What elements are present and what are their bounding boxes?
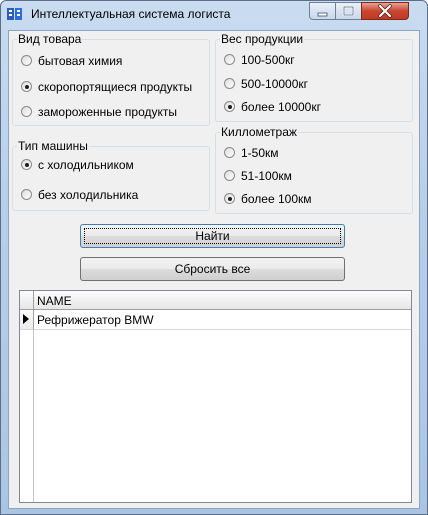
radio-circle-selected [224, 101, 235, 112]
radio-circle [224, 147, 235, 158]
results-grid[interactable]: NAME Рефрижератор BMW [19, 290, 412, 503]
radio-circle [21, 106, 32, 117]
radio-circle [21, 189, 32, 200]
radio-label: бытовая химия [38, 54, 123, 68]
row-header-column [20, 329, 34, 502]
close-button[interactable] [361, 2, 409, 20]
maximize-button[interactable] [335, 2, 362, 20]
client-area: Вид товара бытовая химия скоропортящиеся… [8, 30, 420, 509]
radio-circle-selected [21, 159, 32, 170]
radio-label: 100-500кг [241, 53, 295, 67]
group-distance: Киллометраж 1-50км 51-100км более 100км [215, 125, 413, 214]
reset-button-label: Сбросить все [174, 262, 251, 276]
radio-circle [21, 55, 32, 66]
group-legend: Киллометраж [220, 125, 298, 139]
radio-label: 1-50км [241, 146, 279, 160]
group-vehicle-type: Тип машины с холодильником без холодильн… [12, 139, 210, 211]
column-header-name[interactable]: NAME [37, 294, 72, 308]
minimize-icon [317, 12, 328, 17]
radio-label: скоропортящиеся продукты [38, 80, 193, 94]
app-icon [7, 8, 22, 20]
window-title: Интеллектуальная система логиста [31, 7, 231, 21]
focus-rect [84, 228, 341, 244]
table-cell[interactable]: Рефрижератор BMW [37, 313, 154, 327]
radio-label: замороженные продукты [38, 105, 177, 119]
find-button[interactable]: Найти [80, 224, 345, 248]
grid-header: NAME [20, 291, 411, 310]
app-window: Интеллектуальная система логиста Вид тов… [0, 0, 428, 515]
minimize-button[interactable] [309, 2, 336, 20]
radio-circle [224, 78, 235, 89]
group-legend: Вид товара [17, 32, 83, 46]
group-legend: Тип машины [17, 139, 89, 153]
radio-label: без холодильника [38, 188, 139, 202]
radio-label: более 100км [241, 192, 312, 206]
radio-label: 51-100км [241, 169, 292, 183]
title-bar[interactable]: Интеллектуальная система логиста [1, 1, 427, 28]
group-product-type: Вид товара бытовая химия скоропортящиеся… [12, 32, 210, 126]
radio-circle-selected [21, 81, 32, 92]
row-pointer-icon [23, 314, 29, 324]
radio-label: более 10000кг [241, 100, 321, 114]
row-indicator[interactable] [20, 310, 34, 329]
maximize-icon [342, 5, 355, 17]
close-icon [378, 4, 392, 18]
table-row[interactable]: Рефрижератор BMW [20, 310, 411, 330]
group-legend: Вес продукции [220, 32, 305, 46]
radio-circle-selected [224, 193, 235, 204]
reset-all-button[interactable]: Сбросить все [80, 257, 345, 281]
radio-circle [224, 170, 235, 181]
group-weight: Вес продукции 100-500кг 500-10000кг боле… [215, 32, 413, 122]
radio-label: 500-10000кг [241, 77, 309, 91]
radio-label: с холодильником [38, 158, 134, 172]
radio-circle [224, 54, 235, 65]
grid-corner-cell [20, 291, 34, 309]
